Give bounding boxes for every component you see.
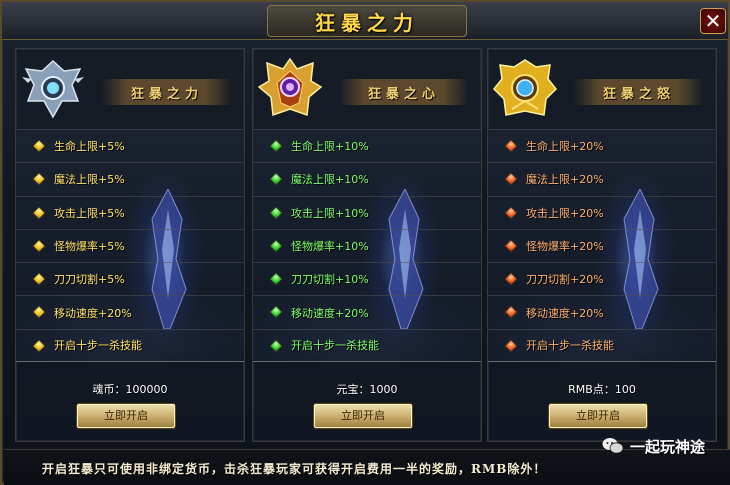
list-item: 攻击上限+5%	[16, 195, 244, 229]
cost-label: RMB点：100	[568, 383, 636, 396]
buff-label: 怪物爆率+5%	[54, 240, 125, 254]
diamond-bullet-icon	[31, 338, 47, 353]
list-item: 移动速度+20%	[253, 295, 481, 328]
diamond-bullet-icon	[268, 305, 284, 320]
close-icon[interactable]: ✕	[705, 9, 722, 33]
open-now-button[interactable]: 立即开启	[76, 403, 176, 429]
buff-label: 生命上限+5%	[54, 140, 125, 154]
list-item: 生命上限+5%	[16, 129, 244, 162]
diamond-bullet-icon	[503, 205, 519, 220]
diamond-bullet-icon	[268, 138, 284, 154]
list-item: 魔法上限+20%	[488, 162, 716, 195]
buff-label: 刀刀切割+10%	[291, 273, 369, 287]
buff-label: 刀刀切割+20%	[526, 273, 604, 287]
diamond-bullet-icon	[268, 338, 284, 353]
diamond-bullet-icon	[31, 138, 47, 154]
panel-name: 狂暴之心	[367, 86, 440, 102]
diamond-bullet-icon	[268, 205, 284, 220]
diamond-bullet-icon	[268, 238, 284, 253]
diamond-bullet-icon	[268, 272, 284, 287]
diamond-bullet-icon	[503, 238, 519, 253]
cost-label: 魂币：100000	[92, 383, 168, 396]
buff-label: 开启十步一杀技能	[54, 339, 142, 353]
list-item: 怪物爆率+5%	[16, 228, 244, 262]
list-item: 怪物爆率+20%	[488, 228, 716, 262]
diamond-bullet-icon	[503, 305, 519, 320]
diamond-bullet-icon	[268, 172, 284, 187]
buff-label: 攻击上限+10%	[291, 206, 369, 220]
panel-rage-heart: 狂暴之心 生命上限+10% 魔法上限+10% 攻击上限+10% 怪物爆率+10%…	[252, 48, 482, 442]
list-item: 攻击上限+20%	[488, 195, 716, 229]
list-item: 刀刀切割+10%	[253, 262, 481, 295]
gold-blue-emblem-icon	[492, 59, 558, 116]
diamond-bullet-icon	[31, 305, 47, 320]
open-now-button[interactable]: 立即开启	[313, 403, 413, 429]
diamond-bullet-icon	[503, 172, 519, 187]
list-item: 攻击上限+10%	[253, 195, 481, 229]
rage-power-window: 狂暴之力 ✕ 狂暴之力 生命上限+5% 魔法上限+5% 攻击上限+5% 怪物爆率…	[0, 0, 730, 485]
list-item: 移动速度+20%	[16, 295, 244, 328]
diamond-bullet-icon	[31, 172, 47, 187]
list-item: 开启十步一杀技能	[488, 328, 716, 362]
buff-label: 开启十步一杀技能	[526, 339, 614, 353]
diamond-bullet-icon	[31, 272, 47, 287]
diamond-bullet-icon	[503, 138, 519, 154]
open-now-button[interactable]: 立即开启	[548, 403, 648, 429]
wechat-icon	[602, 438, 624, 454]
diamond-bullet-icon	[31, 205, 47, 220]
buff-label: 移动速度+20%	[291, 306, 369, 320]
list-item: 刀刀切割+5%	[16, 262, 244, 295]
panel-header: 狂暴之心	[253, 49, 481, 129]
gold-purple-emblem-icon	[257, 57, 323, 117]
list-item: 怪物爆率+10%	[253, 228, 481, 262]
buff-label: 移动速度+20%	[526, 306, 604, 320]
panel-rage-power: 狂暴之力 生命上限+5% 魔法上限+5% 攻击上限+5% 怪物爆率+5% 刀刀切…	[15, 48, 245, 442]
buff-label: 生命上限+20%	[526, 140, 604, 154]
cost-label: 元宝：1000	[336, 383, 398, 396]
panel-rage-fury: 狂暴之怒 生命上限+20% 魔法上限+20% 攻击上限+20% 怪物爆率+20%…	[487, 48, 717, 442]
panel-header: 狂暴之力	[16, 49, 244, 129]
panel-name-plate: 狂暴之力	[102, 79, 232, 105]
buff-label: 开启十步一杀技能	[291, 339, 379, 353]
buff-label: 刀刀切割+5%	[54, 273, 125, 287]
buff-label: 生命上限+10%	[291, 140, 369, 154]
buff-label: 魔法上限+5%	[54, 173, 125, 187]
diamond-bullet-icon	[503, 272, 519, 287]
panel-name-plate: 狂暴之心	[339, 79, 469, 105]
list-item: 魔法上限+5%	[16, 162, 244, 195]
buff-list: 生命上限+20% 魔法上限+20% 攻击上限+20% 怪物爆率+20% 刀刀切割…	[488, 129, 716, 362]
title-plate: 狂暴之力	[267, 5, 467, 37]
footer-notice: 开启狂暴只可使用非绑定货币，击杀狂暴玩家可获得开启费用一半的奖励，RMB除外！	[42, 462, 547, 476]
list-item: 开启十步一杀技能	[253, 328, 481, 362]
diamond-bullet-icon	[503, 338, 519, 353]
panel-name: 狂暴之力	[130, 86, 203, 102]
list-item: 生命上限+10%	[253, 129, 481, 162]
buff-label: 攻击上限+5%	[54, 206, 125, 220]
window-title: 狂暴之力	[315, 10, 419, 35]
panel-header: 狂暴之怒	[488, 49, 716, 129]
panel-name: 狂暴之怒	[602, 86, 675, 102]
watermark: 一起玩神途	[602, 434, 705, 458]
list-item: 生命上限+20%	[488, 129, 716, 162]
list-item: 移动速度+20%	[488, 295, 716, 328]
buff-label: 移动速度+20%	[54, 306, 132, 320]
close-button[interactable]: ✕	[700, 8, 726, 34]
buff-label: 攻击上限+20%	[526, 206, 604, 220]
title-bar: 狂暴之力 ✕	[2, 2, 728, 40]
list-item: 魔法上限+10%	[253, 162, 481, 195]
buff-label: 魔法上限+20%	[526, 173, 604, 187]
list-item: 开启十步一杀技能	[16, 328, 244, 362]
buff-list: 生命上限+5% 魔法上限+5% 攻击上限+5% 怪物爆率+5% 刀刀切割+5% …	[16, 129, 244, 362]
buff-label: 怪物爆率+10%	[291, 240, 369, 254]
buff-label: 怪物爆率+20%	[526, 240, 604, 254]
buff-list: 生命上限+10% 魔法上限+10% 攻击上限+10% 怪物爆率+10% 刀刀切割…	[253, 129, 481, 362]
diamond-bullet-icon	[31, 238, 47, 253]
panel-name-plate: 狂暴之怒	[574, 79, 704, 105]
list-item: 刀刀切割+20%	[488, 262, 716, 295]
silver-emblem-icon	[22, 59, 84, 119]
buff-label: 魔法上限+10%	[291, 173, 369, 187]
watermark-text: 一起玩神途	[630, 437, 706, 456]
